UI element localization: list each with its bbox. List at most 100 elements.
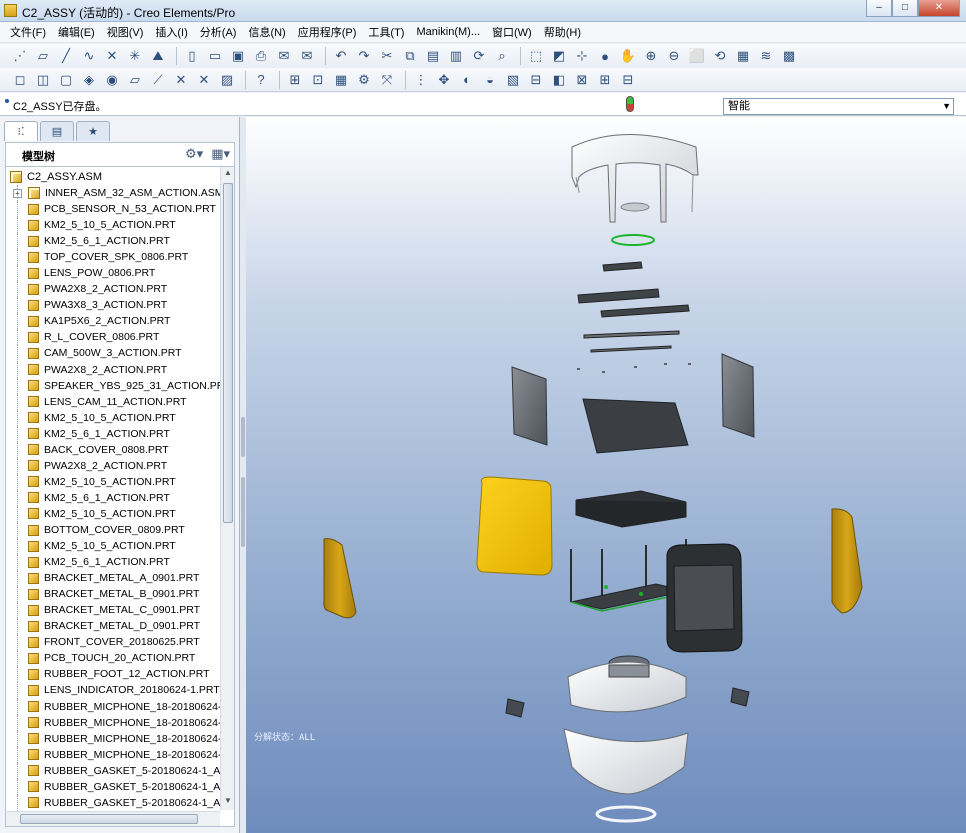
csys-icon[interactable]: ✳ — [125, 46, 145, 66]
left-side-plate[interactable] — [511, 366, 548, 446]
saved-views-icon[interactable]: ▦ — [733, 46, 753, 66]
tree-item[interactable]: PWA2X8_2_ACTION.PRT — [6, 457, 218, 474]
email-icon[interactable]: ✉ — [274, 46, 294, 66]
repaint-icon[interactable]: ◩ — [549, 46, 569, 66]
enhanced-realism-icon[interactable]: ◉ — [102, 70, 122, 90]
point-toggle-icon[interactable]: ✕ — [171, 70, 191, 90]
tree-item[interactable]: KM2_5_6_1_ACTION.PRT — [6, 233, 218, 250]
tree-item[interactable]: PCB_TOUCH_20_ACTION.PRT — [6, 650, 218, 667]
bottom-cover-part[interactable] — [563, 728, 689, 795]
menu-item[interactable]: 帮助(H) — [538, 24, 587, 40]
datum-planes-toggle-icon[interactable]: ▱ — [125, 70, 145, 90]
create-component-icon[interactable]: ⊡ — [308, 70, 328, 90]
tree-item[interactable]: LENS_POW_0806.PRT — [6, 265, 218, 282]
menu-item[interactable]: 信息(N) — [242, 24, 291, 40]
right-side-plate[interactable] — [721, 353, 755, 438]
speaker-base-part[interactable] — [567, 655, 687, 713]
tree-item[interactable]: BACK_COVER_0808.PRT — [6, 441, 218, 458]
tree-item[interactable]: RUBBER_MICPHONE_18-20180624-1_ — [6, 698, 233, 715]
tree-item[interactable]: KM2_5_10_5_ACTION.PRT — [6, 473, 218, 490]
point-icon[interactable]: ✕ — [102, 46, 122, 66]
tree-item[interactable]: RUBBER_GASKET_5-20180624-1_ACTI — [6, 794, 234, 811]
tree-item[interactable]: SPEAKER_YBS_925_31_ACTION.PRT — [6, 377, 231, 394]
splitter-grip[interactable] — [241, 417, 245, 457]
yellow-back-cover[interactable] — [476, 476, 553, 576]
left-amber-panel[interactable] — [323, 538, 357, 619]
scroll-thumb[interactable] — [223, 183, 233, 523]
small-screws[interactable] — [577, 363, 691, 373]
component-interface-icon[interactable]: ⊠ — [572, 70, 592, 90]
tree-item[interactable]: RUBBER_MICPHONE_18-20180624-1_ — [6, 730, 233, 747]
tree-root-item[interactable]: C2_ASSY.ASM — [10, 169, 102, 184]
csys-toggle-icon[interactable]: ✕ — [194, 70, 214, 90]
scroll-down-icon[interactable]: ▼ — [223, 796, 233, 808]
orient-icon[interactable]: ✋ — [618, 46, 638, 66]
splitter-grip-lower[interactable] — [241, 477, 245, 547]
tree-item[interactable]: FRONT_COVER_20180625.PRT — [6, 634, 218, 651]
tree-item[interactable]: R_L_COVER_0806.PRT — [6, 329, 218, 346]
menu-item[interactable]: Manikin(M)... — [410, 26, 486, 38]
package-icon[interactable]: ▦ — [331, 70, 351, 90]
zoom-out-icon[interactable]: ⊖ — [664, 46, 684, 66]
menu-item[interactable]: 视图(V) — [101, 24, 150, 40]
toggle-status-icon[interactable]: ◐ — [457, 70, 477, 90]
redo-icon[interactable]: ↷ — [354, 46, 374, 66]
sketch-datum-icon[interactable]: ⋰ — [10, 46, 30, 66]
tree-item[interactable]: PWA2X8_2_ACTION.PRT — [6, 281, 218, 298]
minimize-button[interactable]: – — [866, 0, 892, 17]
tree-item[interactable]: RUBBER_GASKET_5-20180624-1_ACTI — [6, 762, 234, 779]
expand-icon[interactable]: + — [13, 188, 22, 198]
hidden-line-icon[interactable]: ◫ — [33, 70, 53, 90]
tree-item[interactable]: KM2_5_6_1_ACTION.PRT — [6, 489, 218, 506]
tree-item[interactable]: LENS_INDICATOR_20180624-1.PRT — [6, 682, 220, 699]
right-amber-panel[interactable] — [831, 508, 863, 614]
analysis-icon[interactable]: ⛰ — [148, 46, 168, 66]
tree-item[interactable]: KA1P5X6_2_ACTION.PRT — [6, 313, 218, 330]
annotation-toggle-icon[interactable]: ▨ — [217, 70, 237, 90]
shading-icon[interactable]: ◻ — [10, 70, 30, 90]
tree-item[interactable]: BRACKET_METAL_B_0901.PRT — [6, 586, 218, 603]
scroll-up-icon[interactable]: ▲ — [223, 168, 233, 180]
regenerate-icon[interactable]: ⟳ — [469, 46, 489, 66]
menu-item[interactable]: 插入(I) — [149, 24, 193, 40]
regeneration-status-icon[interactable] — [626, 96, 634, 112]
appearance-icon[interactable]: ● — [595, 46, 615, 66]
rubber-foot-ring[interactable] — [595, 805, 657, 823]
tree-item[interactable]: BOTTOM_COVER_0809.PRT — [6, 521, 218, 539]
print-icon[interactable]: ⎙ — [251, 46, 271, 66]
cross-section-icon[interactable]: ◒ — [480, 70, 500, 90]
tree-item[interactable]: BRACKET_METAL_A_0901.PRT — [6, 570, 218, 587]
tree-item[interactable]: KM2_5_10_5_ACTION.PRT — [6, 409, 218, 426]
reorient-icon[interactable]: ⟲ — [710, 46, 730, 66]
mechanism-icon[interactable]: ⚙ — [354, 70, 374, 90]
axis-icon[interactable]: ╱ — [56, 46, 76, 66]
undo-icon[interactable]: ↶ — [331, 46, 351, 66]
tree-item[interactable]: BRACKET_METAL_C_0901.PRT — [6, 602, 218, 619]
open-file-icon[interactable]: ▭ — [205, 46, 225, 66]
center-pcb-plate[interactable] — [582, 398, 689, 454]
explode-icon[interactable]: ⤧ — [377, 70, 397, 90]
tree-item[interactable]: RUBBER_GASKET_5-20180624-1_ACTI — [6, 778, 234, 795]
cut-icon[interactable]: ✂ — [377, 46, 397, 66]
wireframe-icon[interactable]: ◈ — [79, 70, 99, 90]
tree-item[interactable]: BRACKET_METAL_D_0901.PRT — [6, 618, 218, 635]
new-file-icon[interactable]: ▯ — [182, 46, 202, 66]
tree-item[interactable]: KM2_5_10_5_ACTION.PRT — [6, 217, 218, 234]
left-rubber-part[interactable] — [505, 698, 525, 718]
tree-item[interactable]: RUBBER_FOOT_12_ACTION.PRT — [6, 666, 218, 683]
menu-item[interactable]: 应用程序(P) — [292, 24, 363, 40]
tree-item[interactable]: KM2_5_6_1_ACTION.PRT — [6, 425, 218, 442]
tree-item[interactable]: KM2_5_10_5_ACTION.PRT — [6, 538, 218, 555]
tree-item[interactable]: RUBBER_MICPHONE_18-20180624-1_ — [6, 714, 233, 731]
selection-filter-select[interactable]: 智能 ▼ — [723, 98, 954, 115]
find-icon[interactable]: ⌕ — [492, 46, 512, 66]
display-style-icon[interactable]: ▧ — [503, 70, 523, 90]
component-display-icon[interactable]: ◧ — [549, 70, 569, 90]
graphics-viewport[interactable]: 分解状态：ALL — [246, 117, 966, 833]
tree-item[interactable]: PWA2X8_2_ACTION.PRT — [6, 361, 218, 378]
tab-model-tree[interactable]: ⁝⁚ — [4, 121, 38, 141]
refit-icon[interactable]: ⬜ — [687, 46, 707, 66]
context-help-icon[interactable]: ? — [251, 70, 271, 90]
menu-item[interactable]: 工具(T) — [362, 24, 410, 40]
tree-item[interactable]: RUBBER_MICPHONE_18-20180624-1_ — [6, 746, 233, 763]
